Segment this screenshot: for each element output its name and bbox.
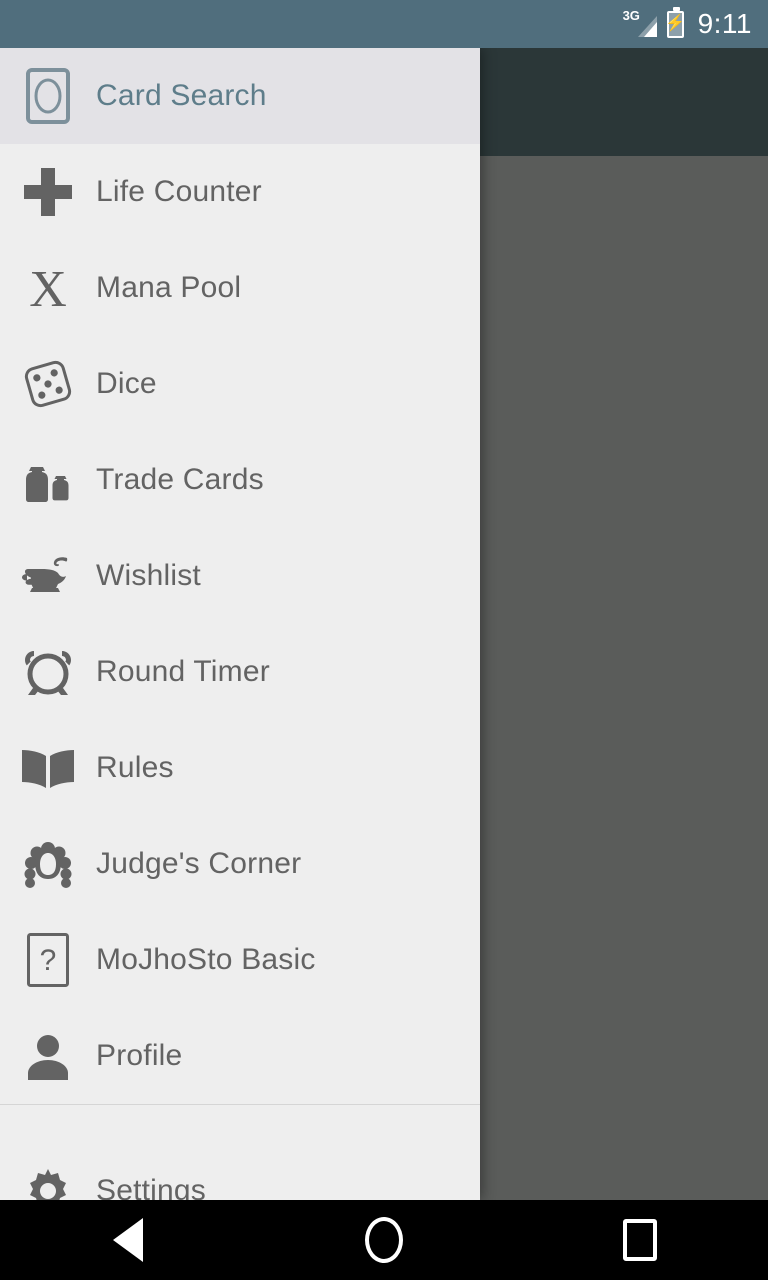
charging-bolt-icon: ⚡ [665, 15, 686, 32]
question-card-icon: ? [0, 912, 96, 1008]
drawer-item-profile[interactable]: Profile [0, 1008, 480, 1104]
drawer-item-label: Life Counter [96, 175, 262, 208]
drawer-item-label: MoJhoSto Basic [96, 943, 316, 976]
drawer-item-dice[interactable]: Dice [0, 336, 480, 432]
drawer-item-life-counter[interactable]: Life Counter [0, 144, 480, 240]
drawer-item-label: Rules [96, 751, 174, 784]
signal-bars-icon: 3G [623, 9, 657, 39]
dice-icon [0, 336, 96, 432]
drawer-item-wishlist[interactable]: Wishlist [0, 528, 480, 624]
status-bar: 3G ⚡ 9:11 [0, 0, 768, 48]
nav-back-button[interactable] [68, 1200, 188, 1280]
genie-lamp-icon [0, 528, 96, 624]
system-navigation-bar [0, 1200, 768, 1280]
judge-wig-icon [0, 816, 96, 912]
drawer-item-label: Wishlist [96, 559, 201, 592]
plus-cross-icon [0, 144, 96, 240]
drawer-item-mana-pool[interactable]: X Mana Pool [0, 240, 480, 336]
drawer-item-label: Round Timer [96, 655, 270, 688]
drawer-item-label: Trade Cards [96, 463, 264, 496]
person-icon [0, 1008, 96, 1104]
drawer-item-judges-corner[interactable]: Judge's Corner [0, 816, 480, 912]
nav-recents-button[interactable] [580, 1200, 700, 1280]
alarm-clock-icon [0, 624, 96, 720]
nav-home-button[interactable] [324, 1200, 444, 1280]
phone-screen: pe X 3G ⚡ [0, 0, 768, 1280]
card-search-icon [0, 48, 96, 144]
signal-triangle-filled [643, 22, 657, 37]
status-bar-icons: 3G ⚡ 9:11 [623, 6, 752, 39]
drawer-item-label: Dice [96, 367, 157, 400]
drawer-item-label: Mana Pool [96, 271, 242, 304]
drawer-item-round-timer[interactable]: Round Timer [0, 624, 480, 720]
drawer-item-mojhosto-basic[interactable]: ? MoJhoSto Basic [0, 912, 480, 1008]
back-triangle-icon [113, 1218, 143, 1262]
drawer-item-label: Card Search [96, 79, 267, 112]
svg-text:X: X [29, 262, 67, 314]
drawer-item-label: Profile [96, 1039, 183, 1072]
drawer-item-trade-cards[interactable]: Trade Cards [0, 432, 480, 528]
open-book-icon [0, 720, 96, 816]
status-bar-clock: 9:11 [697, 8, 752, 39]
home-circle-icon [365, 1217, 403, 1263]
recents-square-icon [623, 1219, 657, 1261]
letter-x-icon: X [0, 240, 96, 336]
svg-text:?: ? [40, 944, 57, 977]
drawer-item-label: Judge's Corner [96, 847, 302, 880]
drawer-footer-divider [0, 1104, 480, 1105]
weights-icon [0, 432, 96, 528]
drawer-item-rules[interactable]: Rules [0, 720, 480, 816]
battery-charging-icon: ⚡ [665, 6, 686, 38]
drawer-item-card-search[interactable]: Card Search [0, 48, 480, 144]
drawer-item-settings[interactable]: Settings [0, 1143, 480, 1200]
gear-icon [0, 1143, 96, 1200]
navigation-drawer[interactable]: Card Search Life Counter X Mana Pool Dic… [0, 48, 480, 1200]
drawer-item-label: Settings [96, 1174, 206, 1200]
